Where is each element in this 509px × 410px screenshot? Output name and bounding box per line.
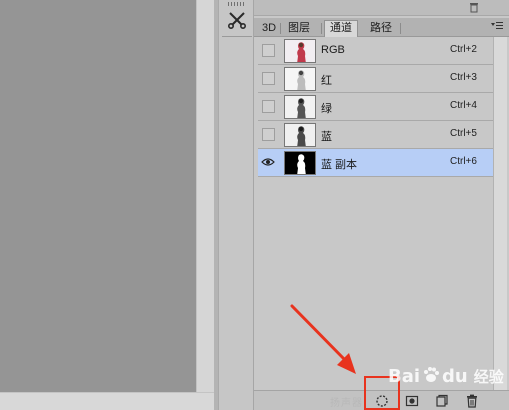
trash-icon[interactable] bbox=[469, 2, 479, 16]
tool-button[interactable] bbox=[223, 9, 251, 33]
tab-divider bbox=[321, 23, 322, 34]
watermark-logo-text: Bai bbox=[388, 366, 421, 387]
canvas-horizontal-scrollbar[interactable] bbox=[0, 392, 214, 410]
visibility-toggle[interactable] bbox=[262, 44, 275, 57]
visibility-toggle[interactable] bbox=[262, 100, 275, 113]
tab-divider bbox=[280, 23, 281, 34]
visibility-toggle[interactable] bbox=[262, 128, 275, 141]
eye-icon[interactable] bbox=[261, 157, 275, 170]
channel-thumbnail bbox=[284, 123, 316, 147]
channel-row-red[interactable]: 红 Ctrl+3 bbox=[258, 65, 493, 93]
channel-row-blue-copy[interactable]: 蓝 副本 Ctrl+6 bbox=[258, 149, 493, 177]
channel-shortcut: Ctrl+6 bbox=[450, 156, 477, 167]
channel-thumbnail bbox=[284, 95, 316, 119]
tab-paths[interactable]: 路径 bbox=[364, 20, 398, 37]
paw-icon bbox=[422, 366, 440, 387]
new-channel-icon[interactable] bbox=[434, 394, 450, 408]
channel-shortcut: Ctrl+2 bbox=[450, 44, 477, 55]
drag-grip-icon[interactable] bbox=[228, 2, 246, 6]
canvas-vertical-scrollbar[interactable] bbox=[196, 0, 214, 392]
tab-divider bbox=[400, 23, 401, 34]
channel-shortcut: Ctrl+5 bbox=[450, 128, 477, 139]
channel-name: 蓝 bbox=[321, 131, 332, 143]
panel-top-bar bbox=[254, 0, 509, 16]
watermark-logo-text-2: du bbox=[442, 366, 468, 387]
channel-name: 红 bbox=[321, 75, 332, 87]
channel-name: 蓝 副本 bbox=[321, 159, 358, 171]
scissors-tool-icon bbox=[227, 11, 247, 32]
channel-thumbnail bbox=[284, 39, 316, 63]
collapsed-tool-strip bbox=[218, 0, 254, 410]
channel-name: RGB bbox=[321, 44, 345, 56]
watermark-sub-text: 经验 bbox=[473, 369, 504, 386]
visibility-toggle[interactable] bbox=[262, 72, 275, 85]
channel-row-blue[interactable]: 蓝 Ctrl+5 bbox=[258, 121, 493, 149]
channel-thumbnail bbox=[284, 67, 316, 91]
channel-list: RGB Ctrl+2 红 Ctrl+3 绿 Ctrl+4 蓝 Ctrl+5 蓝 … bbox=[258, 37, 493, 178]
tool-separator bbox=[222, 36, 252, 37]
watermark: Bai du 经验 bbox=[388, 366, 504, 387]
delete-channel-icon[interactable] bbox=[464, 394, 480, 408]
channel-thumbnail bbox=[284, 151, 316, 175]
channel-shortcut: Ctrl+3 bbox=[450, 72, 477, 83]
channel-row-rgb[interactable]: RGB Ctrl+2 bbox=[258, 37, 493, 65]
tab-channels[interactable]: 通道 bbox=[324, 20, 358, 38]
tab-layers[interactable]: 图层 bbox=[282, 20, 316, 37]
tab-3d[interactable]: 3D bbox=[256, 20, 282, 37]
save-selection-as-channel-icon[interactable] bbox=[404, 394, 420, 408]
panel-vertical-scrollbar[interactable] bbox=[493, 37, 507, 390]
bottom-caption: 扬声器 bbox=[330, 398, 363, 409]
document-canvas[interactable] bbox=[0, 0, 196, 392]
panel-tabbar: 3D 图层 通道 路径 bbox=[254, 18, 509, 38]
panel-menu-icon[interactable] bbox=[491, 21, 503, 32]
channel-row-green[interactable]: 绿 Ctrl+4 bbox=[258, 93, 493, 121]
channels-panel: 3D 图层 通道 路径 RGB Ctrl+2 红 Ctrl+3 绿 Ctrl+4… bbox=[254, 0, 509, 410]
channel-shortcut: Ctrl+4 bbox=[450, 100, 477, 111]
channel-name: 绿 bbox=[321, 103, 332, 115]
